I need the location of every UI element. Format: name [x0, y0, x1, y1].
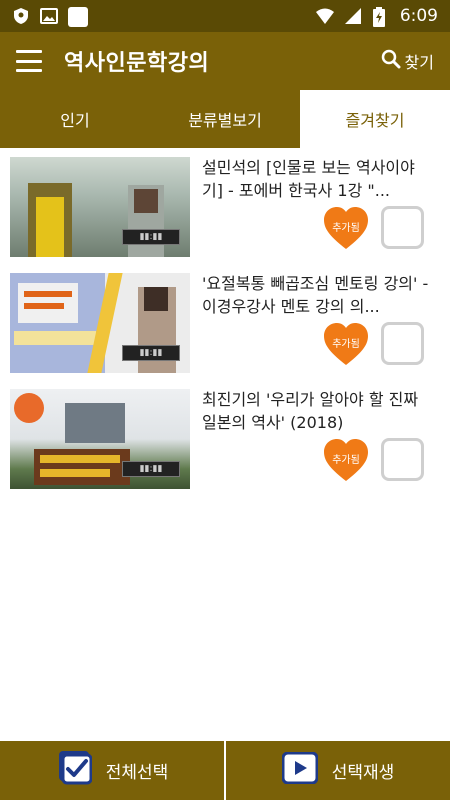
favorite-label: 추가됨 [332, 223, 360, 234]
app-notification-icon [68, 7, 88, 27]
list-item[interactable]: ▮▮:▮▮ '요절복통 빼곱조심 멘토링 강의' - 이경우강사 멘토 강의 의… [0, 264, 450, 380]
select-all-label: 전체선택 [105, 763, 169, 783]
tab-popular[interactable]: 인기 [0, 90, 150, 148]
status-bar: 6:09 [0, 0, 450, 32]
menu-icon[interactable] [16, 50, 42, 72]
tab-favorites[interactable]: 즐겨찾기 [300, 90, 450, 148]
play-selected-button[interactable]: 선택재생 [226, 741, 450, 800]
list-item[interactable]: ▮▮:▮▮ 설민석의 [인물로 보는 역사이야기] - 포에버 한국사 1강 "… [0, 148, 450, 264]
search-button[interactable]: 찾기 [381, 49, 434, 73]
video-title: 최진기의 '우리가 알아야 할 진짜 일본의 역사' (2018) [202, 390, 419, 432]
select-all-button[interactable]: 전체선택 [0, 741, 224, 800]
search-label: 찾기 [404, 53, 434, 72]
image-icon [40, 7, 58, 25]
select-checkbox[interactable] [381, 322, 424, 365]
video-thumbnail[interactable]: ▮▮:▮▮ [10, 273, 190, 373]
video-thumbnail[interactable]: ▮▮:▮▮ [10, 389, 190, 489]
wifi-icon [315, 7, 334, 25]
favorite-label: 추가됨 [332, 455, 360, 466]
tab-bar: 인기 분류별보기 즐겨찾기 [0, 90, 450, 148]
duration-badge: ▮▮:▮▮ [122, 229, 180, 245]
bottom-action-bar: 전체선택 선택재생 [0, 741, 450, 800]
favorite-heart-button[interactable]: 추가됨 [322, 206, 370, 250]
duration-badge: ▮▮:▮▮ [122, 345, 180, 361]
search-icon [381, 49, 401, 73]
favorite-heart-button[interactable]: 추가됨 [322, 322, 370, 366]
tab-by-category[interactable]: 분류별보기 [150, 90, 300, 148]
battery-charging-icon [372, 7, 390, 27]
checkbox-checked-icon [56, 750, 93, 791]
play-icon [281, 751, 319, 789]
favorite-heart-button[interactable]: 추가됨 [322, 438, 370, 482]
video-list: ▮▮:▮▮ 설민석의 [인물로 보는 역사이야기] - 포에버 한국사 1강 "… [0, 148, 450, 496]
select-checkbox[interactable] [381, 438, 424, 481]
signal-icon [344, 7, 362, 25]
shield-icon [12, 7, 30, 25]
app-bar: 역사인문학강의 찾기 [0, 32, 450, 90]
video-thumbnail[interactable]: ▮▮:▮▮ [10, 157, 190, 257]
list-item[interactable]: ▮▮:▮▮ 최진기의 '우리가 알아야 할 진짜 일본의 역사' (2018) … [0, 380, 450, 496]
duration-badge: ▮▮:▮▮ [122, 461, 180, 477]
favorite-label: 추가됨 [332, 339, 360, 350]
play-selected-label: 선택재생 [331, 763, 395, 783]
video-title: '요절복통 빼곱조심 멘토링 강의' - 이경우강사 멘토 강의 의... [202, 274, 429, 316]
video-title: 설민석의 [인물로 보는 역사이야기] - 포에버 한국사 1강 "... [202, 158, 415, 200]
status-time: 6:09 [399, 6, 438, 26]
select-checkbox[interactable] [381, 206, 424, 249]
app-title: 역사인문학강의 [64, 51, 210, 76]
